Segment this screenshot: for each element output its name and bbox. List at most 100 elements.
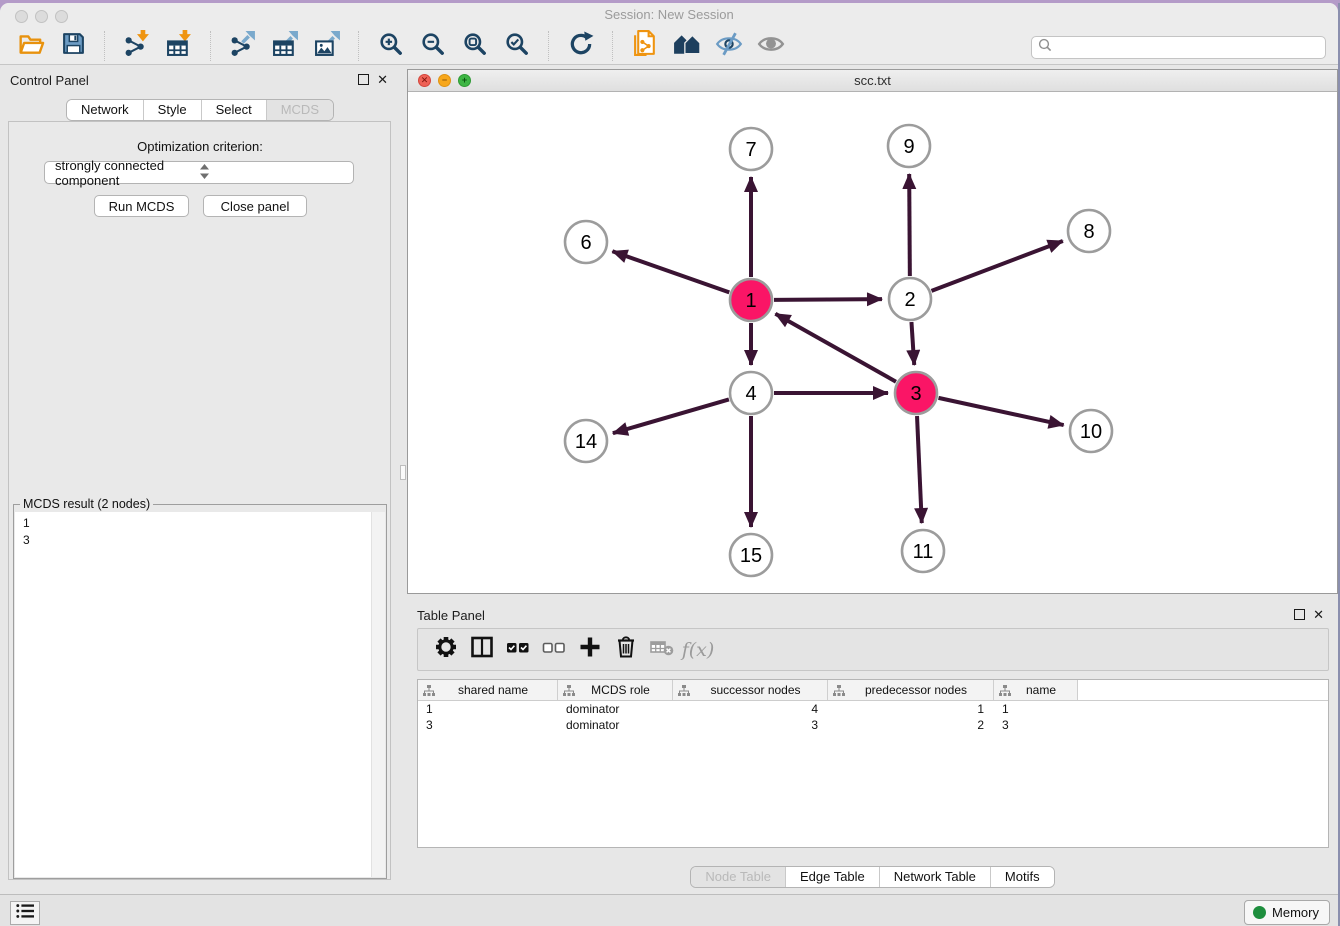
create-column-button[interactable] [572,635,608,665]
refresh-layout-button[interactable] [565,31,597,61]
node-6[interactable]: 6 [565,221,607,263]
new-network-from-selection-button[interactable] [629,31,661,61]
save-session-button[interactable] [57,31,89,61]
node-14[interactable]: 14 [565,420,607,462]
node-4[interactable]: 4 [730,372,772,414]
result-line: 1 [23,515,385,532]
result-scrollbar[interactable] [371,512,385,877]
toolbar-separator [612,31,614,61]
column-header-label: successor nodes [690,683,827,697]
node-11[interactable]: 11 [902,530,944,572]
open-session-button[interactable] [15,31,47,61]
node-label: 15 [740,545,762,567]
control-panel: Control Panel ✕ NetworkStyleSelectMCDS O… [0,65,400,894]
node-10[interactable]: 10 [1070,410,1112,452]
import-network-icon [124,30,151,62]
refresh-icon [568,31,594,62]
table-cell: 3 [418,718,558,732]
tab-style[interactable]: Style [144,100,202,120]
search-input[interactable] [1053,39,1325,57]
node-label: 2 [904,289,915,311]
tab-network-table[interactable]: Network Table [880,867,991,887]
edge-2-3 [911,322,914,365]
dropdown-value: strongly connected component [55,158,200,188]
delete-table-button[interactable] [644,635,680,665]
run-mcds-button[interactable]: Run MCDS [94,195,189,217]
table-row[interactable]: 1dominator411 [418,701,1328,717]
zoom-selected-button[interactable] [501,31,533,61]
status-bar: Memory [0,894,1338,926]
deselect-all-rows-button[interactable] [536,635,572,665]
node-2[interactable]: 2 [889,278,931,320]
node-label: 8 [1083,221,1094,243]
node-7[interactable]: 7 [730,128,772,170]
tab-edge-table[interactable]: Edge Table [786,867,880,887]
column-header-successor-nodes[interactable]: successor nodes [673,680,828,700]
mcds-result-textarea[interactable]: 13 [15,512,385,877]
node-8[interactable]: 8 [1068,210,1110,252]
export-network-button[interactable] [227,31,259,61]
table-cell: dominator [558,718,673,732]
column-header-label: predecessor nodes [845,683,993,697]
show-all-button[interactable] [755,31,787,61]
zoom-fit-button[interactable] [459,31,491,61]
unchecked-boxes-icon [542,635,566,664]
gear-icon [434,635,458,664]
float-panel-icon[interactable] [1294,609,1305,620]
edge-1-6 [612,251,729,292]
node-9[interactable]: 9 [888,125,930,167]
edge-3-10 [938,398,1063,425]
close-panel-icon[interactable]: ✕ [377,74,388,85]
zoom-out-button[interactable] [417,31,449,61]
columns-icon [470,635,494,664]
task-history-button[interactable] [10,901,40,925]
select-all-rows-button[interactable] [500,635,536,665]
import-network-button[interactable] [121,31,153,61]
float-panel-icon[interactable] [358,74,369,85]
table-cell: 3 [673,718,828,732]
close-panel-button[interactable]: Close panel [203,195,307,217]
table-settings-button[interactable] [428,635,464,665]
column-header-predecessor-nodes[interactable]: predecessor nodes [828,680,994,700]
network-canvas[interactable]: 7961284314101511 [408,91,1337,593]
node-3[interactable]: 3 [895,372,937,414]
export-image-button[interactable] [311,31,343,61]
first-neighbors-button[interactable] [671,31,703,61]
tab-select[interactable]: Select [202,100,267,120]
hide-selected-button[interactable] [713,31,745,61]
zoom-out-icon [420,31,446,62]
table-cell: 1 [418,702,558,716]
column-header-shared-name[interactable]: shared name [418,680,558,700]
tab-network[interactable]: Network [67,100,144,120]
memory-button[interactable]: Memory [1244,900,1330,925]
show-column-panel-button[interactable] [464,635,500,665]
column-type-icon [423,685,435,696]
network-document-icon [632,30,659,62]
tab-mcds[interactable]: MCDS [267,100,333,120]
node-15[interactable]: 15 [730,534,772,576]
close-panel-icon[interactable]: ✕ [1313,609,1324,620]
trash-icon [614,635,638,664]
export-table-button[interactable] [269,31,301,61]
column-header-MCDS-role[interactable]: MCDS role [558,680,673,700]
edge-2-8 [932,241,1063,291]
search-box[interactable] [1031,36,1326,59]
panel-splitter[interactable] [400,65,407,894]
tab-motifs[interactable]: Motifs [991,867,1054,887]
result-line: 3 [23,532,385,549]
column-header-label: name [1011,683,1077,697]
app-window: Session: New Session [0,3,1338,926]
tab-node-table[interactable]: Node Table [691,867,786,887]
column-header-name[interactable]: name [994,680,1078,700]
table-cell: dominator [558,702,673,716]
zoom-in-button[interactable] [375,31,407,61]
delete-column-button[interactable] [608,635,644,665]
apply-function-button[interactable]: f(x) [680,635,716,665]
splitter-grip-icon[interactable] [400,465,406,480]
import-table-button[interactable] [163,31,195,61]
table-row[interactable]: 3dominator323 [418,717,1328,733]
optimization-criterion-dropdown[interactable]: strongly connected component [44,161,354,184]
toolbar-separator [104,31,106,61]
node-1[interactable]: 1 [730,279,772,321]
table-toolbar: f(x) [417,628,1329,671]
